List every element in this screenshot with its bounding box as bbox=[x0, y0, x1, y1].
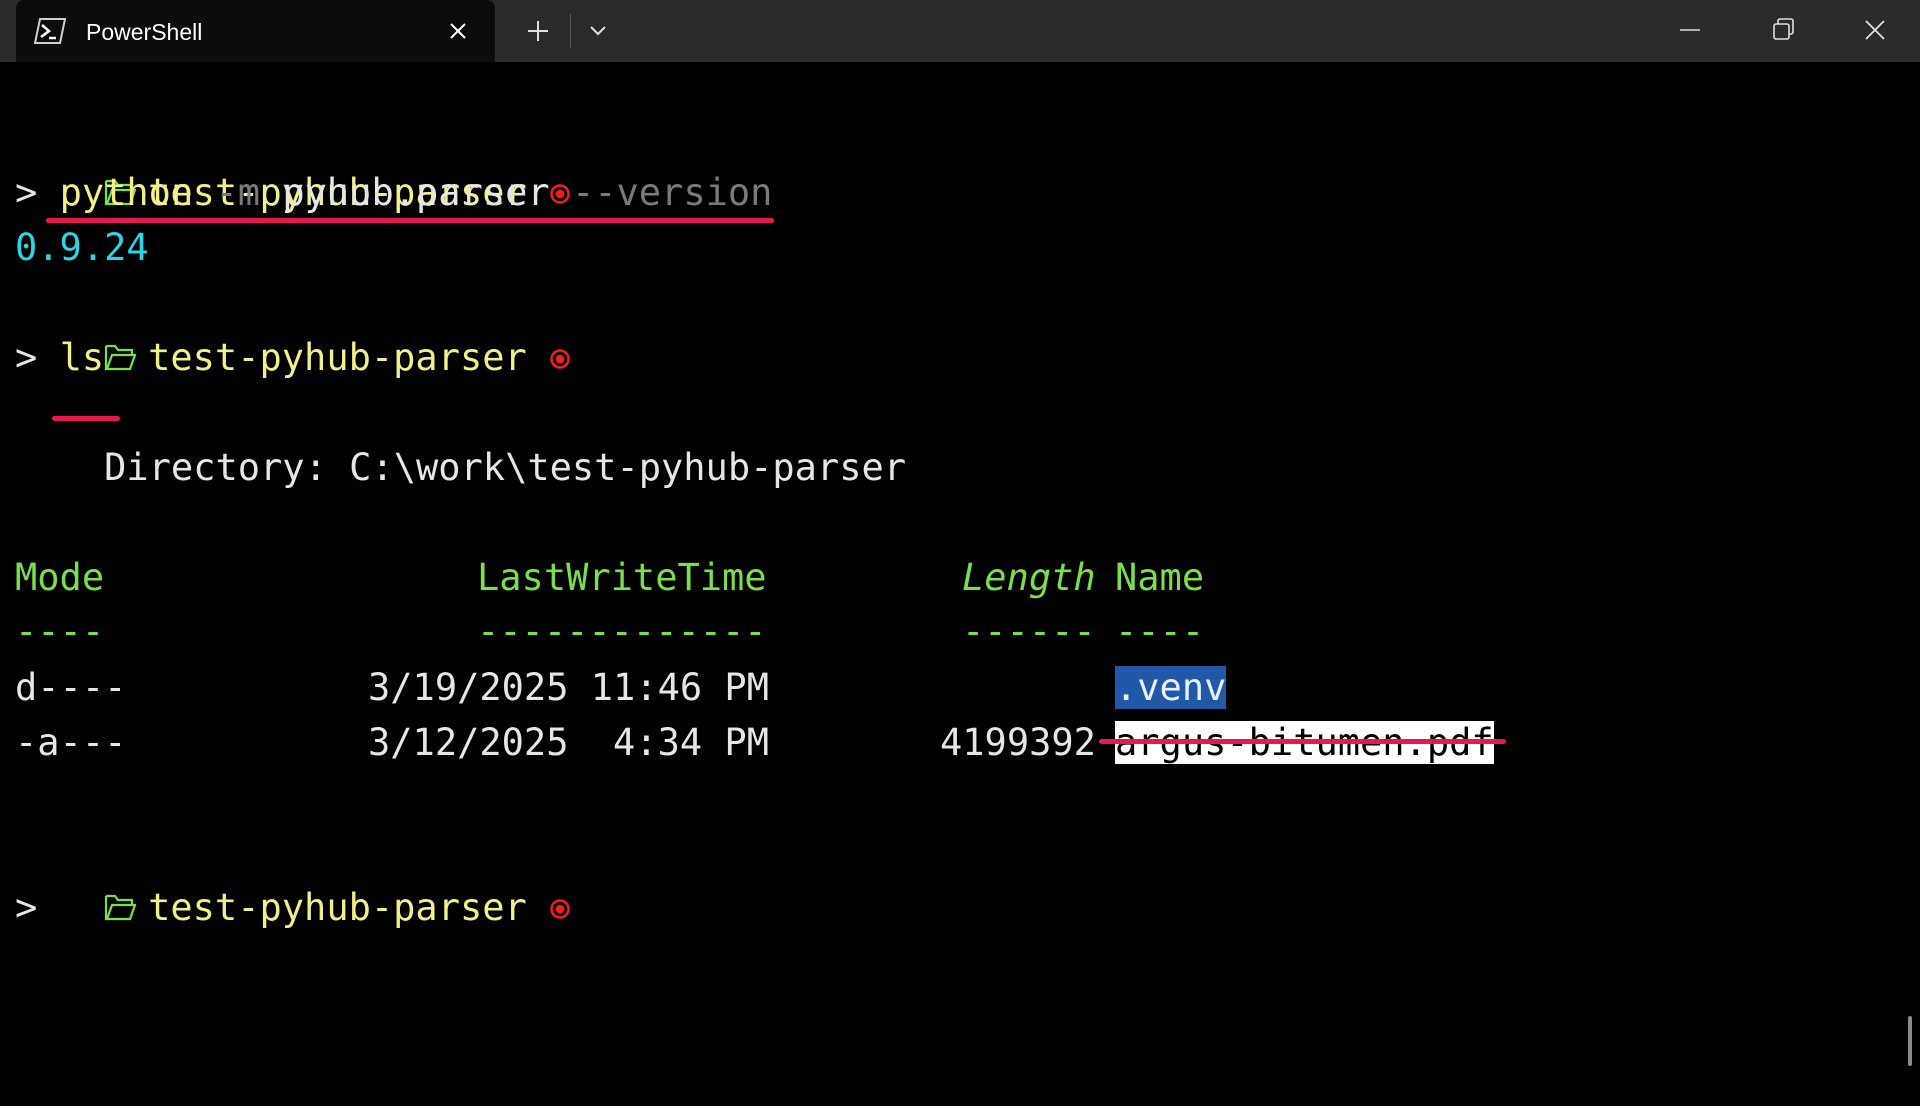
row-lastwritetime: 3/12/2025 4:34 PM bbox=[368, 721, 769, 764]
terminal-output[interactable]: test-pyhub-parser > python -m pyhub.pars… bbox=[0, 62, 1920, 1106]
minimize-button[interactable] bbox=[1645, 0, 1735, 62]
annotation-underline bbox=[1099, 739, 1506, 744]
table-separator-length: ------ bbox=[962, 610, 1096, 653]
prompt-symbol: > bbox=[15, 336, 38, 379]
table-header-name: Name bbox=[1115, 556, 1205, 599]
folder-icon bbox=[104, 342, 137, 372]
row-lastwritetime: 3/19/2025 11:46 PM bbox=[368, 666, 769, 709]
close-window-button[interactable] bbox=[1829, 0, 1919, 62]
table-separator-name: ---- bbox=[1115, 610, 1205, 653]
tab-powershell[interactable]: PowerShell bbox=[16, 0, 495, 62]
row-name-selected: .venv bbox=[1115, 666, 1227, 709]
table-header-lastwritetime: LastWriteTime bbox=[477, 556, 767, 599]
directory-line: Directory: C:\work\test-pyhub-parser bbox=[15, 446, 907, 489]
prompt-line: test-pyhub-parser bbox=[15, 825, 571, 929]
tab-title: PowerShell bbox=[86, 19, 203, 45]
record-icon bbox=[549, 898, 571, 920]
prompt-directory: test-pyhub-parser bbox=[148, 336, 527, 379]
row-mode: -a--- bbox=[15, 721, 127, 764]
prompt-directory: test-pyhub-parser bbox=[148, 886, 527, 929]
prompt-line: test-pyhub-parser bbox=[15, 275, 571, 379]
powershell-icon bbox=[34, 18, 66, 44]
table-header-length: Length bbox=[962, 556, 1096, 599]
annotation-underline bbox=[46, 218, 774, 223]
tab-close-icon[interactable] bbox=[441, 14, 475, 48]
tab-dropdown-button[interactable] bbox=[575, 10, 621, 52]
row-mode: d---- bbox=[15, 666, 127, 709]
row-name[interactable]: .venv bbox=[1115, 660, 1227, 715]
table-header-mode: Mode bbox=[15, 556, 105, 599]
title-bar: PowerShell bbox=[0, 0, 1920, 62]
prompt-symbol: > bbox=[15, 171, 38, 214]
cmd-option: --version bbox=[571, 171, 773, 214]
version-output: 0.9.24 bbox=[15, 226, 149, 269]
cmd-flag: -m bbox=[215, 171, 261, 214]
folder-icon bbox=[104, 892, 137, 922]
scrollbar-thumb[interactable] bbox=[1908, 1016, 1912, 1066]
row-length: 4199392 bbox=[940, 721, 1096, 764]
table-separator-mode: ---- bbox=[15, 610, 105, 653]
command-line: > ls bbox=[15, 330, 104, 385]
command-line[interactable]: > bbox=[15, 880, 37, 935]
record-icon bbox=[549, 348, 571, 370]
cmd-program: python bbox=[59, 171, 194, 214]
cmd-module: pyhub.parser bbox=[282, 171, 550, 214]
toolbar-separator bbox=[570, 14, 571, 48]
prompt-symbol: > bbox=[15, 886, 38, 929]
prompt-line: test-pyhub-parser bbox=[15, 110, 571, 214]
new-tab-button[interactable] bbox=[515, 10, 561, 52]
table-separator-lastwritetime: ------------- bbox=[477, 610, 767, 653]
restore-button[interactable] bbox=[1737, 0, 1827, 62]
command-line: > python -m pyhub.parser --version bbox=[15, 165, 772, 220]
annotation-underline bbox=[52, 416, 120, 421]
cmd-ls: ls bbox=[59, 336, 105, 379]
